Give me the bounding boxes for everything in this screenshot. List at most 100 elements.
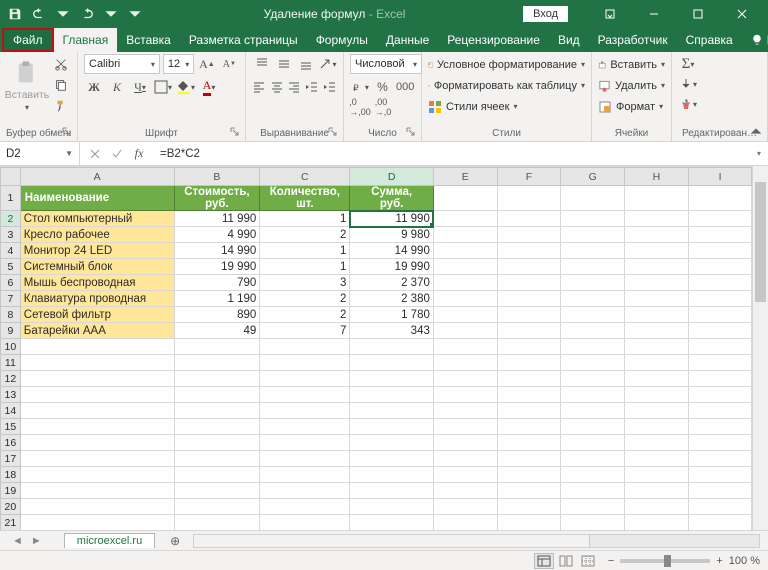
- tab-help[interactable]: Справка: [677, 28, 742, 52]
- cell[interactable]: [433, 435, 497, 451]
- page-break-view-icon[interactable]: [578, 553, 598, 569]
- cell[interactable]: [20, 419, 174, 435]
- cell[interactable]: [497, 323, 561, 339]
- align-middle-icon[interactable]: [274, 54, 293, 74]
- cut-icon[interactable]: [51, 54, 71, 74]
- cell[interactable]: [433, 227, 497, 243]
- format-painter-icon[interactable]: [51, 96, 71, 116]
- cell[interactable]: [497, 403, 561, 419]
- comma-icon[interactable]: 000: [395, 77, 415, 97]
- conditional-formatting-button[interactable]: Условное форматирование ▾: [428, 54, 585, 75]
- cell[interactable]: 2: [260, 291, 350, 307]
- cell[interactable]: [20, 403, 174, 419]
- cell[interactable]: [688, 186, 752, 211]
- cell[interactable]: [497, 371, 561, 387]
- cell[interactable]: [688, 275, 752, 291]
- tab-view[interactable]: Вид: [549, 28, 589, 52]
- column-header[interactable]: F: [497, 168, 561, 186]
- cell[interactable]: [688, 451, 752, 467]
- decrease-indent-icon[interactable]: [305, 77, 320, 97]
- insert-cells-button[interactable]: Вставить ▾: [598, 54, 665, 75]
- row-header[interactable]: 15: [1, 419, 21, 435]
- cell[interactable]: [625, 243, 689, 259]
- cell[interactable]: Количество,шт.: [260, 186, 350, 211]
- cell[interactable]: 14 990: [174, 243, 260, 259]
- cell[interactable]: [174, 499, 260, 515]
- font-size-select[interactable]: 12▾: [163, 54, 194, 74]
- name-box[interactable]: D2▼: [0, 142, 80, 165]
- cell[interactable]: [433, 515, 497, 531]
- cell[interactable]: [497, 515, 561, 531]
- vertical-scrollbar[interactable]: [752, 166, 768, 530]
- cell[interactable]: [625, 435, 689, 451]
- cell[interactable]: [625, 275, 689, 291]
- cell[interactable]: [260, 403, 350, 419]
- sheet-nav-prev-icon[interactable]: ◄: [8, 535, 27, 547]
- italic-icon[interactable]: К: [107, 77, 127, 97]
- cell[interactable]: [20, 483, 174, 499]
- cell[interactable]: [350, 515, 434, 531]
- cell[interactable]: [561, 259, 625, 275]
- tab-page-layout[interactable]: Разметка страницы: [180, 28, 307, 52]
- cell[interactable]: 890: [174, 307, 260, 323]
- dialog-launcher-icon[interactable]: [406, 126, 418, 138]
- row-header[interactable]: 8: [1, 307, 21, 323]
- cell[interactable]: [561, 419, 625, 435]
- cell[interactable]: [433, 451, 497, 467]
- row-header[interactable]: 5: [1, 259, 21, 275]
- cell[interactable]: [561, 483, 625, 499]
- cell[interactable]: [350, 371, 434, 387]
- cell[interactable]: [497, 451, 561, 467]
- cell[interactable]: [20, 371, 174, 387]
- undo-dropdown-icon[interactable]: [52, 3, 74, 25]
- cell[interactable]: 19 990: [174, 259, 260, 275]
- column-header[interactable]: B: [174, 168, 260, 186]
- cell[interactable]: [497, 419, 561, 435]
- cell[interactable]: [497, 291, 561, 307]
- cell[interactable]: [625, 483, 689, 499]
- collapse-ribbon-icon[interactable]: [748, 123, 764, 139]
- cell[interactable]: [260, 387, 350, 403]
- cell[interactable]: [497, 186, 561, 211]
- cell[interactable]: [433, 291, 497, 307]
- row-header[interactable]: 9: [1, 323, 21, 339]
- tab-home[interactable]: Главная: [54, 28, 118, 52]
- tab-developer[interactable]: Разработчик: [589, 28, 677, 52]
- cell[interactable]: 9 980: [350, 227, 434, 243]
- cell[interactable]: [561, 371, 625, 387]
- cell[interactable]: [688, 371, 752, 387]
- cell[interactable]: [260, 371, 350, 387]
- cell[interactable]: [350, 403, 434, 419]
- copy-icon[interactable]: [51, 75, 71, 95]
- autosum-icon[interactable]: Σ ▾: [678, 54, 698, 74]
- format-as-table-button[interactable]: Форматировать как таблицу ▾: [428, 75, 585, 96]
- row-header[interactable]: 13: [1, 387, 21, 403]
- column-header[interactable]: H: [625, 168, 689, 186]
- cell[interactable]: 11 990: [174, 211, 260, 227]
- cell[interactable]: [20, 355, 174, 371]
- cell[interactable]: [625, 339, 689, 355]
- minimize-icon[interactable]: [632, 0, 676, 28]
- close-icon[interactable]: [720, 0, 764, 28]
- cell[interactable]: [350, 451, 434, 467]
- cell[interactable]: [260, 515, 350, 531]
- cell[interactable]: [561, 307, 625, 323]
- cell[interactable]: [174, 451, 260, 467]
- zoom-level[interactable]: 100 %: [729, 555, 760, 567]
- cell[interactable]: [688, 387, 752, 403]
- cell[interactable]: [433, 371, 497, 387]
- page-layout-view-icon[interactable]: [556, 553, 576, 569]
- zoom-out-icon[interactable]: −: [608, 555, 614, 567]
- cell[interactable]: [174, 515, 260, 531]
- cell[interactable]: [497, 211, 561, 227]
- sign-in-button[interactable]: Вход: [523, 6, 568, 22]
- cell[interactable]: Клавиатура проводная: [20, 291, 174, 307]
- cell[interactable]: [350, 499, 434, 515]
- cell[interactable]: [433, 259, 497, 275]
- formula-input[interactable]: =B2*C2: [154, 148, 750, 160]
- tab-data[interactable]: Данные: [377, 28, 438, 52]
- cell[interactable]: [561, 403, 625, 419]
- maximize-icon[interactable]: [676, 0, 720, 28]
- cell[interactable]: [433, 323, 497, 339]
- cell[interactable]: [174, 403, 260, 419]
